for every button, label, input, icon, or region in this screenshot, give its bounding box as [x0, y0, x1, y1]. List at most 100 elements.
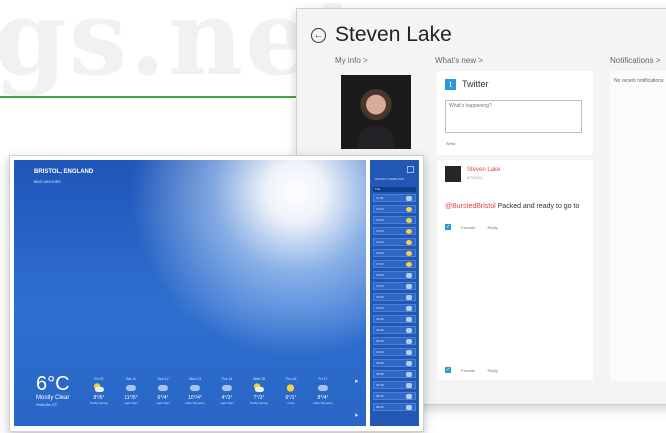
sun-icon	[406, 229, 412, 234]
hourly-row[interactable]: 05:00	[373, 392, 416, 400]
favorite-button[interactable]: Favorite	[461, 225, 475, 230]
hourly-row[interactable]: 19:00	[373, 282, 416, 290]
hourly-row[interactable]: 23:00	[373, 326, 416, 334]
forecast-day-name: Wed 15	[253, 377, 265, 381]
forecast-day-name: Fri 10	[94, 377, 104, 381]
hourly-row[interactable]: 03:00	[373, 370, 416, 378]
forecast-condition: Rain Showers	[313, 401, 333, 405]
partly-cloudy-icon	[253, 383, 265, 393]
location-title[interactable]: BRISTOL, ENGLAND	[34, 169, 93, 175]
post-date: 6/3/2012	[467, 175, 483, 180]
cloud-icon	[406, 350, 412, 355]
hourly-row[interactable]: 01:00	[373, 348, 416, 356]
hourly-row[interactable]: 13:00	[373, 216, 416, 224]
hourly-row[interactable]: 11:00	[373, 194, 416, 202]
chevron-right-icon[interactable]: ▸	[355, 377, 359, 385]
forecast-condition: Light Rain	[156, 401, 170, 405]
checkbox-icon[interactable]: ✓	[445, 367, 451, 373]
hourly-time: 22:00	[376, 317, 384, 321]
avatar[interactable]	[445, 166, 461, 182]
hourly-row[interactable]: 04:00	[373, 381, 416, 389]
hourly-time: 05:00	[376, 394, 384, 398]
hourly-row[interactable]: 15:00	[373, 238, 416, 246]
hourly-row[interactable]: 14:00	[373, 227, 416, 235]
sun-icon	[406, 262, 412, 267]
chevron-right-icon[interactable]: ▸	[355, 411, 359, 419]
hourly-day-label[interactable]: Tue	[373, 187, 416, 192]
hourly-forecast-panel: HOURLY FORECAST Tue 11:00 12:00 13:00 14:00…	[370, 160, 419, 426]
cloud-icon	[406, 405, 412, 410]
sun-icon	[406, 240, 412, 245]
post-mention[interactable]: @BurstedBristol	[445, 203, 496, 210]
profile-photo[interactable]	[341, 75, 411, 149]
checkbox-icon[interactable]: ✓	[445, 224, 451, 230]
forecast-day[interactable]: Wed 15 7°/3° Partly Cloudy	[244, 377, 274, 405]
hourly-time: 15:00	[376, 240, 384, 244]
forecast-day[interactable]: Thu 16 6°/1° Clear	[276, 377, 306, 405]
whats-new-link[interactable]: What's new >	[435, 56, 483, 65]
forecast-day[interactable]: Mon 13 10°/4° Rain Showers	[180, 377, 210, 405]
forecast-condition: Rain Showers	[185, 401, 205, 405]
cloud-icon	[406, 383, 412, 388]
forecast-day-name: Fri 17	[318, 377, 328, 381]
hourly-time: 21:00	[376, 306, 384, 310]
twitter-card: t Twitter What's happening? Send	[437, 71, 593, 155]
hourly-time: 06:00	[376, 405, 384, 409]
send-button[interactable]: Send	[446, 141, 455, 146]
hourly-row[interactable]: 02:00	[373, 359, 416, 367]
favorite-button[interactable]: Favorite	[461, 368, 475, 373]
notifications-pane: No recent notifications	[610, 71, 666, 381]
cloud-icon	[189, 383, 201, 393]
current-condition: Mostly Clear	[36, 395, 70, 401]
cloud-icon	[406, 361, 412, 366]
forecast-day[interactable]: Sat 11 11°/5° Light Rain	[116, 377, 146, 405]
divider-line	[0, 96, 300, 98]
twitter-icon: t	[445, 79, 456, 90]
hourly-time: 03:00	[376, 372, 384, 376]
post-author[interactable]: Steven Lake	[467, 167, 500, 173]
hourly-row[interactable]: 22:00	[373, 315, 416, 323]
hourly-row[interactable]: 21:00	[373, 304, 416, 312]
weather-app-window: BRISTOL, ENGLAND BING WEATHER 6°C Mostly…	[9, 155, 424, 432]
forecast-condition: Partly Cloudy	[250, 401, 268, 405]
brand-label: BING WEATHER	[34, 180, 61, 184]
hourly-row[interactable]: 12:00	[373, 205, 416, 213]
my-info-link[interactable]: My info >	[335, 56, 368, 65]
hourly-time: 23:00	[376, 328, 384, 332]
hourly-time: 16:00	[376, 251, 384, 255]
back-arrow-icon[interactable]: ←	[311, 28, 326, 43]
hourly-row[interactable]: 20:00	[373, 293, 416, 301]
forecast-day[interactable]: Sun 12 6°/4° Light Rain	[148, 377, 178, 405]
cloud-icon	[406, 339, 412, 344]
hourly-row[interactable]: 17:00	[373, 260, 416, 268]
hourly-row[interactable]: 06:00	[373, 403, 416, 411]
weather-main-panel: BRISTOL, ENGLAND BING WEATHER 6°C Mostly…	[14, 160, 366, 426]
current-conditions: 6°C Mostly Clear Feels like 4°C	[36, 374, 70, 407]
hourly-row[interactable]: 00:00	[373, 337, 416, 345]
forecast-condition: Clear	[287, 401, 295, 405]
tweet-input[interactable]: What's happening?	[445, 100, 582, 133]
hourly-time: 17:00	[376, 262, 384, 266]
forecast-condition: Partly Cloudy	[90, 401, 108, 405]
hourly-row[interactable]: 16:00	[373, 249, 416, 257]
hourly-row[interactable]: 18:00	[373, 271, 416, 279]
cloud-icon	[406, 372, 412, 377]
hourly-header: HOURLY FORECAST	[375, 177, 405, 181]
cloud-icon	[406, 394, 412, 399]
hourly-time: 01:00	[376, 350, 384, 354]
sun-icon	[406, 251, 412, 256]
hourly-time: 04:00	[376, 383, 384, 387]
cloud-icon	[406, 328, 412, 333]
toggle-icon[interactable]	[407, 166, 414, 173]
reply-button[interactable]: Reply	[487, 368, 497, 373]
cloud-icon	[406, 295, 412, 300]
forecast-day[interactable]: Tue 14 4°/3° Light Rain	[212, 377, 242, 405]
reply-button[interactable]: Reply	[487, 225, 497, 230]
post-text: @BurstedBristol Packed and ready to go t…	[445, 203, 579, 210]
forecast-day[interactable]: Fri 17 8°/4° Rain Showers	[308, 377, 338, 405]
sun-icon	[285, 383, 297, 393]
forecast-day-name: Sat 11	[126, 377, 136, 381]
notifications-link[interactable]: Notifications >	[610, 56, 660, 65]
sun-icon	[406, 218, 412, 223]
forecast-day[interactable]: Fri 10 8°/6° Partly Cloudy	[84, 377, 114, 405]
